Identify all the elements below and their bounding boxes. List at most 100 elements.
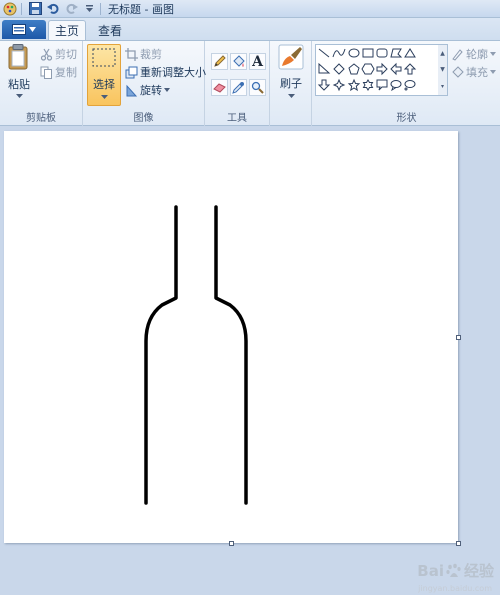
tools-group-label: 工具 [227, 113, 247, 124]
canvas-resize-handle-corner[interactable] [456, 541, 461, 546]
copy-icon [40, 66, 52, 79]
canvas-resize-handle-right[interactable] [456, 335, 461, 340]
select-button[interactable]: 选择 [87, 44, 121, 106]
customize-toolbar-icon[interactable] [81, 1, 97, 17]
outline-button[interactable]: 轮廓 [451, 46, 496, 62]
tab-view[interactable]: 查看 [92, 20, 128, 40]
bottle-left-outline [144, 205, 178, 505]
text-tool-icon: A [252, 53, 263, 70]
text-tool[interactable]: A [249, 53, 266, 70]
clipboard-group-label: 剪贴板 [26, 113, 56, 124]
watermark-brand-suffix: 经验 [463, 562, 494, 580]
oval-shape-icon[interactable] [348, 48, 360, 58]
outline-icon [452, 48, 463, 61]
brushes-group: 刷子 [270, 41, 312, 126]
tools-group: A 工具 [205, 41, 270, 126]
canvas-workspace: Bai 经验 jingyan.baidu.com [0, 127, 500, 595]
chevron-down-icon [101, 95, 108, 99]
bottle-drawing [144, 205, 248, 505]
redo-icon[interactable] [63, 1, 79, 17]
canvas-resize-handle-bottom[interactable] [229, 541, 234, 546]
crop-button[interactable]: 裁剪 [125, 46, 162, 62]
right-arrow-shape-icon[interactable] [376, 62, 388, 76]
shapes-gallery-scroll[interactable]: ▲ ▼ ▾ [438, 44, 448, 96]
divider [100, 2, 101, 15]
brushes-button[interactable]: 刷子 [274, 44, 308, 106]
paint-bucket-icon [233, 55, 245, 67]
chevron-down-icon [29, 27, 36, 32]
pencil-tool[interactable] [211, 53, 228, 70]
brush-icon [278, 44, 304, 70]
resize-button[interactable]: 重新调整大小 [125, 64, 206, 80]
resize-icon [125, 66, 138, 78]
magnifier-tool[interactable] [249, 79, 266, 96]
chevron-down-icon [164, 88, 170, 92]
magnifier-icon [251, 81, 264, 94]
cut-button[interactable]: 剪切 [40, 46, 77, 62]
paint-app-icon[interactable] [2, 1, 18, 17]
crop-label: 裁剪 [140, 48, 162, 61]
color-picker-tool[interactable] [230, 79, 247, 96]
paint-menu-button[interactable] [2, 20, 46, 39]
chevron-down-icon [490, 70, 496, 74]
rectangular-callout-shape-icon[interactable] [376, 79, 388, 91]
paste-label: 粘贴 [8, 78, 30, 91]
rectangle-shape-icon[interactable] [362, 48, 374, 58]
pentagon-shape-icon[interactable] [348, 63, 360, 75]
scissors-icon [40, 48, 53, 61]
copy-label: 复制 [55, 66, 77, 79]
selection-rectangle-icon [92, 48, 116, 67]
six-point-star-shape-icon[interactable] [362, 79, 374, 91]
undo-icon[interactable] [45, 1, 61, 17]
save-icon[interactable] [27, 1, 43, 17]
brushes-label: 刷子 [280, 77, 302, 90]
four-point-star-shape-icon[interactable] [332, 78, 346, 92]
drawing-canvas[interactable] [4, 131, 458, 543]
scroll-up-icon[interactable]: ▲ [440, 50, 445, 57]
rotate-label: 旋转 [140, 84, 162, 97]
window-title: 无标题 - 画图 [108, 2, 174, 16]
copy-button[interactable]: 复制 [40, 64, 77, 80]
pencil-icon [214, 55, 226, 67]
resize-label: 重新调整大小 [140, 66, 206, 79]
baidu-watermark: Bai 经验 [417, 560, 494, 581]
line-shape-icon[interactable] [318, 48, 330, 58]
paste-button[interactable]: 粘贴 [4, 44, 34, 102]
rotate-icon [126, 84, 138, 96]
left-arrow-shape-icon[interactable] [390, 62, 402, 76]
fill-tool[interactable] [230, 53, 247, 70]
rounded-rectangle-shape-icon[interactable] [376, 48, 388, 58]
select-label: 选择 [93, 78, 115, 91]
down-arrow-shape-icon[interactable] [317, 79, 331, 91]
eraser-icon [213, 83, 226, 93]
tab-home[interactable]: 主页 [48, 20, 86, 40]
eraser-tool[interactable] [211, 79, 228, 96]
cloud-callout-shape-icon[interactable] [404, 80, 416, 91]
rotate-button[interactable]: 旋转 [125, 82, 170, 98]
image-group: 选择 裁剪 重新调整大小 旋转 图像 [83, 41, 206, 126]
right-triangle-shape-icon[interactable] [318, 62, 331, 74]
bottle-right-outline [214, 205, 248, 505]
five-point-star-shape-icon[interactable] [347, 78, 361, 92]
image-group-label: 图像 [133, 113, 154, 124]
divider [21, 2, 22, 15]
ribbon-tab-row: 主页 查看 [0, 18, 500, 40]
polygon-shape-icon[interactable] [390, 48, 403, 58]
chevron-down-icon [288, 94, 295, 98]
paste-icon [8, 44, 28, 70]
ribbon: 粘贴 剪切 复制 剪贴板 选择 裁剪 重新调整大小 旋转 图像 A 工具 刷子 … [0, 40, 500, 126]
triangle-shape-icon[interactable] [404, 48, 416, 58]
diamond-shape-icon[interactable] [333, 63, 345, 75]
scroll-down-icon[interactable]: ▼ [440, 66, 445, 73]
chevron-down-icon [16, 94, 23, 98]
fill-bucket-icon [452, 65, 464, 78]
gallery-expand-icon[interactable]: ▾ [441, 83, 444, 90]
shapes-gallery[interactable] [315, 44, 439, 96]
fill-button[interactable]: 填充 [451, 64, 496, 80]
curve-shape-icon[interactable] [332, 48, 346, 58]
up-arrow-shape-icon[interactable] [403, 63, 417, 75]
baidu-paw-icon [446, 563, 461, 577]
oval-callout-shape-icon[interactable] [390, 80, 402, 92]
fill-label: 填充 [466, 66, 488, 79]
hexagon-shape-icon[interactable] [361, 63, 375, 75]
